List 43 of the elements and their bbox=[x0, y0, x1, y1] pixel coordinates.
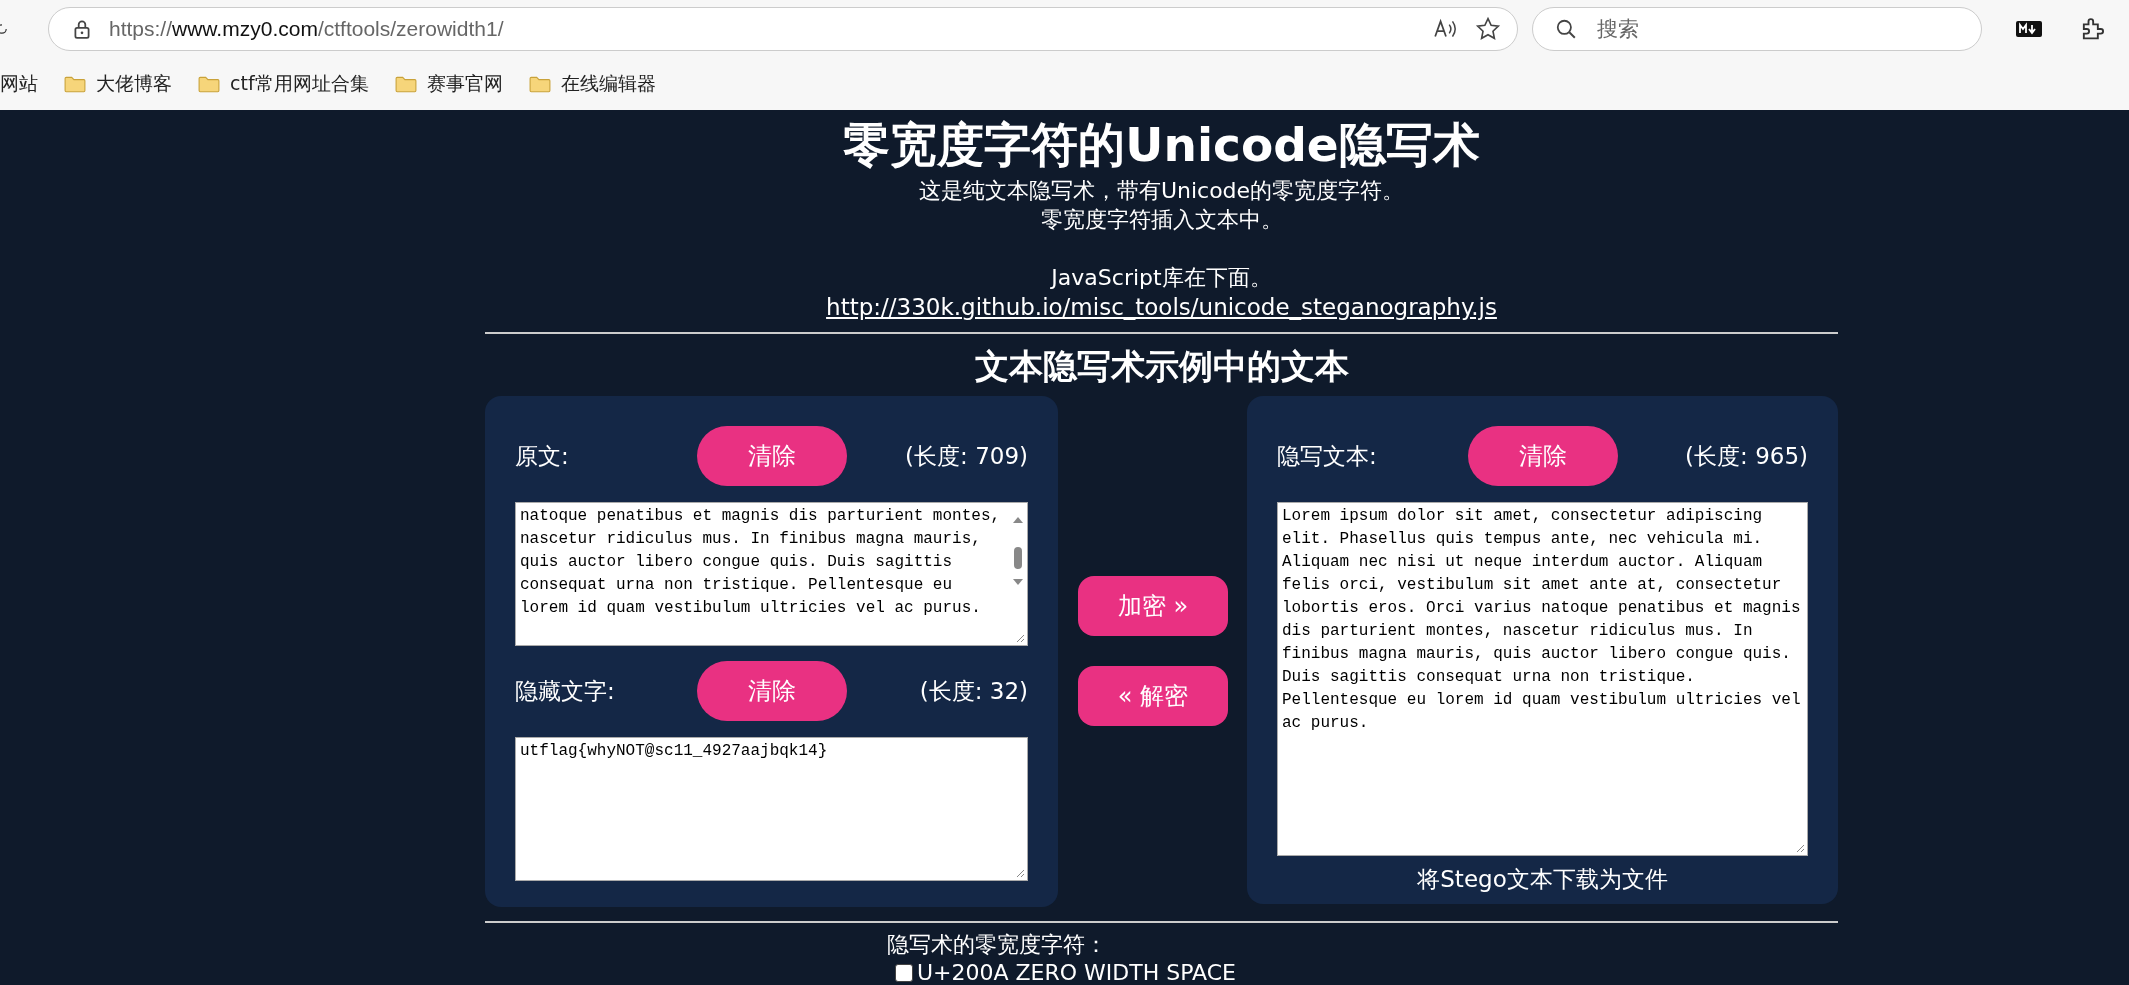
resize-grip-icon[interactable] bbox=[1015, 868, 1025, 878]
clear-button[interactable]: 清除 bbox=[696, 661, 847, 721]
address-bar[interactable]: https://www.mzy0.com/ctftools/zerowidth1/ bbox=[48, 7, 1518, 51]
library-note: JavaScript库在下面。 bbox=[1051, 264, 1272, 292]
length-count: (长度: 32) bbox=[918, 676, 1028, 706]
field-label: 隐藏文字: bbox=[515, 676, 616, 706]
search-field[interactable]: 搜索 bbox=[1532, 7, 1982, 51]
bookmark-item[interactable]: 网站 bbox=[0, 71, 38, 97]
page-title: 零宽度字符的Unicode隐写术 bbox=[843, 118, 1480, 172]
clear-button[interactable]: 清除 bbox=[696, 426, 847, 486]
folder-icon bbox=[198, 75, 220, 93]
read-aloud-icon[interactable] bbox=[1433, 18, 1459, 40]
text-area[interactable]: Lorem ipsum dolor sit amet, consectetur adipiscing elit. Phasellus quis tempus ante, nec vehicula mi. Aliquam nec nisi ut neque interdum auctor. Aliquam felis orci, vestibulum sit amet ante at, consectetur lobortis eros. Orci varius natoque penatibus et magnis dis parturient montes, nascetur ridiculus mus. In finibus magna mauris, quis auctor libero congue quis. Duis sagittis consequat urna non tristique. Pellentesque eu lorem id quam vestibulum ultricies vel ac purus. bbox=[1277, 502, 1808, 856]
bookmark-item[interactable]: 在线编辑器 bbox=[528, 71, 656, 97]
option-label[interactable]: U+200A ZERO WIDTH SPACE bbox=[916, 959, 1236, 985]
zero-width-heading: 隐写术的零宽度字符： bbox=[886, 931, 1107, 959]
bookmark-item[interactable]: 大佬博客 bbox=[64, 71, 172, 97]
intro-text: 零宽度字符插入文本中。 bbox=[1040, 206, 1283, 234]
clear-button[interactable]: 清除 bbox=[1467, 426, 1618, 486]
intro-text: 这是纯文本隐写术，带有Unicode的零宽度字符。 bbox=[918, 177, 1405, 205]
section-title: 文本隐写术示例中的文本 bbox=[974, 346, 1349, 386]
folder-icon bbox=[394, 75, 417, 93]
resize-grip-icon[interactable] bbox=[1795, 843, 1805, 853]
url-text[interactable]: https://www.mzy0.com/ctftools/zerowidth1/ bbox=[109, 17, 504, 41]
library-link[interactable]: http://330k.github.io/misc_tools/unicode_steganography.js bbox=[826, 292, 1497, 322]
search-icon bbox=[1555, 18, 1577, 40]
checkbox[interactable] bbox=[894, 964, 913, 982]
bookmark-item[interactable]: 赛事官网 bbox=[394, 71, 503, 97]
folder-icon bbox=[64, 75, 86, 93]
field-label: 隐写文本: bbox=[1277, 441, 1378, 471]
bookmark-item[interactable]: ctf常用网址合集 bbox=[198, 71, 369, 97]
star-icon[interactable] bbox=[1475, 16, 1501, 42]
decode-button[interactable]: « 解密 bbox=[1078, 666, 1228, 726]
text-area[interactable]: natoque penatibus et magnis dis parturient montes, nascetur ridiculus mus. In finibus magna mauris, quis auctor libero congue quis. Duis sagittis consequat urna non tristique. Pellentesque eu lorem id quam vestibulum ultricies vel ac purus. bbox=[515, 502, 1028, 646]
resize-grip-icon[interactable] bbox=[1015, 633, 1025, 643]
download-link[interactable]: 将Stego文本下载为文件 bbox=[1417, 864, 1668, 894]
length-count: (长度: 965) bbox=[1684, 441, 1808, 471]
length-count: (长度: 709) bbox=[904, 441, 1028, 471]
text-area[interactable]: utflag{whyNOT@sc11_4927aajbqk14} bbox=[515, 737, 1028, 881]
folder-icon bbox=[528, 75, 551, 93]
field-label: 原文: bbox=[515, 441, 570, 471]
encode-button[interactable]: 加密 » bbox=[1078, 576, 1228, 636]
markdown-icon[interactable] bbox=[2016, 21, 2042, 37]
